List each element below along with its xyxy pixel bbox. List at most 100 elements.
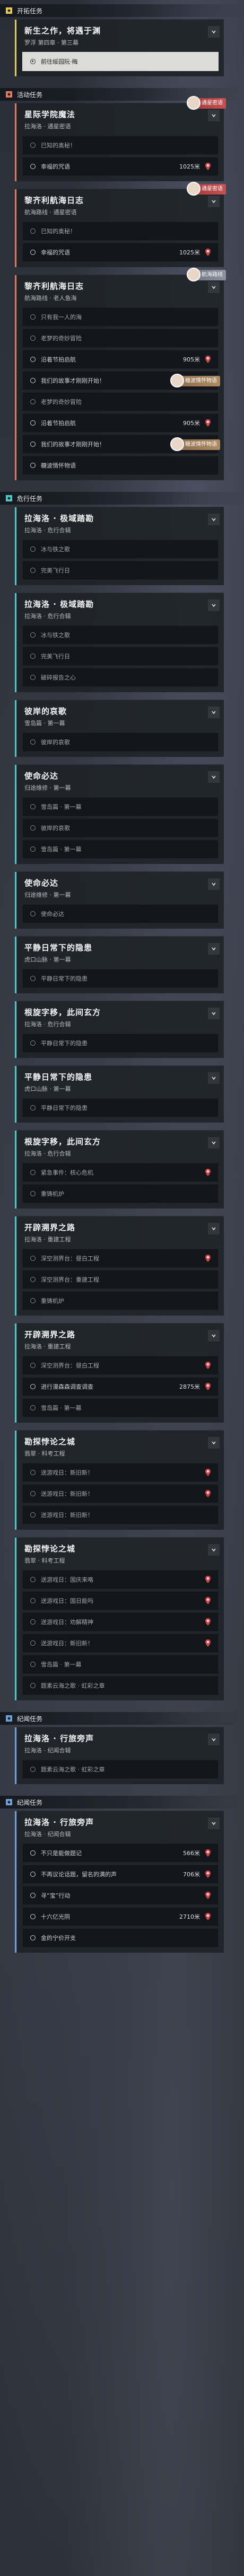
- quest-header[interactable]: 拉海洛 · 极域踏勘 拉海洛 · 危行合辑: [17, 593, 224, 625]
- collapse-toggle-icon[interactable]: [208, 1223, 220, 1234]
- collapse-toggle-icon[interactable]: [208, 514, 220, 525]
- section-header[interactable]: 纪闻任务: [0, 1712, 244, 1725]
- quest-step[interactable]: 平静日常下的隐患: [22, 1098, 219, 1117]
- map-pin-icon[interactable]: [203, 1912, 213, 1921]
- map-pin-icon[interactable]: [203, 355, 213, 364]
- quest-header[interactable]: 拉海洛 · 极域踏勘 拉海洛 · 危行合辑: [17, 507, 224, 540]
- quest-step[interactable]: 已知的奥秘！: [22, 222, 219, 241]
- quest-card[interactable]: 拉海洛 · 行旅旁声 拉海洛 · 纪闻合辑 题素云海之歌 · 虹彩之章: [15, 1727, 224, 1784]
- collapse-toggle-icon[interactable]: [208, 110, 220, 121]
- quest-step[interactable]: 沿着节拍启航 905米: [22, 350, 219, 369]
- quest-step[interactable]: 雪岛篇 · 第一幕: [22, 1398, 219, 1417]
- quest-card[interactable]: 黎齐利航海日志 航海路线 · 通星密语 通星密语 已知的奥秘！ 幸福的咒语 1025米: [15, 182, 226, 267]
- quest-header[interactable]: 使命必达 归途维修 · 第一幕: [17, 765, 224, 797]
- quest-header[interactable]: 根旋字移，此间玄方 拉海洛 · 危行合辑: [17, 1001, 224, 1034]
- quest-step[interactable]: 沿着节拍启航 905米: [22, 413, 219, 433]
- quest-header[interactable]: 拉海洛 · 行旅旁声 拉海洛 · 纪闻合辑: [17, 1727, 224, 1760]
- map-pin-icon[interactable]: [203, 1848, 213, 1858]
- quest-header[interactable]: 黎齐利航海日志 航海路线 · 通星密语 通星密语: [17, 182, 226, 222]
- map-pin-icon[interactable]: [203, 1168, 213, 1177]
- collapse-toggle-icon[interactable]: [208, 1330, 220, 1342]
- map-pin-icon[interactable]: [203, 1575, 213, 1584]
- quest-header[interactable]: 星际学院魔法 拉海洛 · 通星密语 通星密语: [17, 96, 226, 136]
- quest-step[interactable]: 老梦的奇妙冒险: [22, 392, 219, 411]
- quest-step[interactable]: 深空测界台：重建工程: [22, 1270, 219, 1289]
- quest-step[interactable]: 幸福的咒语 1025米: [22, 243, 219, 262]
- quest-step[interactable]: 金的宁价开支: [22, 1928, 219, 1947]
- quest-step[interactable]: 题素云海之歌 · 虹彩之章: [22, 1676, 219, 1695]
- quest-step[interactable]: 十六亿光阴 2710米: [22, 1907, 219, 1926]
- quest-step[interactable]: 送游戏日：国日能吗: [22, 1591, 219, 1610]
- quest-step[interactable]: 送游戏日：新旧新！: [22, 1634, 219, 1653]
- quest-step[interactable]: 送游戏日：新旧新！: [22, 1463, 219, 1482]
- collapse-toggle-icon[interactable]: [208, 1008, 220, 1019]
- map-pin-icon[interactable]: [203, 1468, 213, 1477]
- quest-step[interactable]: 雪岛篇 · 第一幕: [22, 1655, 219, 1674]
- quest-card[interactable]: 根旋字移，此间玄方 拉海洛 · 危行合辑 平静日常下的隐患: [15, 1001, 224, 1058]
- quest-header[interactable]: 勘探悖论之城 翡翠 · 科考工程: [17, 1538, 224, 1570]
- collapse-toggle-icon[interactable]: [208, 943, 220, 955]
- map-pin-icon[interactable]: [203, 1361, 213, 1370]
- map-pin-icon[interactable]: [203, 1891, 213, 1900]
- quest-step[interactable]: 彼岸的哀歌: [22, 818, 219, 837]
- collapse-toggle-icon[interactable]: [208, 1544, 220, 1556]
- collapse-toggle-icon[interactable]: [208, 878, 220, 890]
- map-pin-icon[interactable]: [203, 162, 213, 171]
- quest-step[interactable]: 我们的故事才刚刚开始！ 糖波情怀物语: [22, 371, 220, 390]
- quest-card[interactable]: 拉海洛 · 极域踏勘 拉海洛 · 危行合辑 冰与铁之歌 完美飞行日: [15, 507, 224, 585]
- quest-step[interactable]: 完美飞行日: [22, 647, 219, 666]
- quest-header[interactable]: 开辟溯界之路 拉海洛 · 重建工程: [17, 1324, 224, 1356]
- quest-header[interactable]: 拉海洛 · 行旅旁声 拉海洛 · 纪闻合辑: [17, 1811, 224, 1843]
- quest-step[interactable]: 我们的故事才刚刚开始！ 糖波情怀物语: [22, 435, 220, 454]
- quest-card[interactable]: 勘探悖论之城 翡翠 · 科考工程 送游戏日：国庆来咯 送游戏日：国日能吗 送游戏日：劝解…: [15, 1537, 224, 1700]
- collapse-toggle-icon[interactable]: [208, 599, 220, 611]
- map-pin-icon[interactable]: [203, 1869, 213, 1879]
- quest-card[interactable]: 使命必达 归途维修 · 第一幕 使命必达: [15, 871, 224, 929]
- collapse-toggle-icon[interactable]: [208, 196, 220, 207]
- quest-header[interactable]: 根旋字移，此间玄方 拉海洛 · 危行合辑: [17, 1131, 224, 1163]
- map-pin-icon[interactable]: [203, 1596, 213, 1605]
- section-header[interactable]: 危行任务: [0, 492, 244, 505]
- quest-step[interactable]: 冰与铁之歌: [22, 625, 219, 645]
- collapse-toggle-icon[interactable]: [208, 1137, 220, 1149]
- quest-card[interactable]: 根旋字移，此间玄方 拉海洛 · 危行合辑 紧急事件：核心危机 重铸机炉: [15, 1130, 224, 1208]
- quest-step[interactable]: 紧急事件：核心危机: [22, 1163, 219, 1182]
- quest-card[interactable]: 开辟溯界之路 拉海洛 · 重建工程 深空测界台：昼白工程 进行漫森森调查调查 2875米…: [15, 1323, 224, 1423]
- quest-step[interactable]: 平静日常下的隐患: [22, 1034, 219, 1053]
- quest-step[interactable]: 寻“宝”行动: [22, 1886, 219, 1905]
- quest-card[interactable]: 拉海洛 · 极域踏勘 拉海洛 · 危行合辑 冰与铁之歌完美飞行日破碎报告之心: [15, 593, 224, 692]
- quest-step[interactable]: 平静日常下的隐患: [22, 969, 219, 988]
- quest-step[interactable]: 送游戏日：国庆来咯: [22, 1570, 219, 1589]
- quest-card[interactable]: 平静日常下的隐患 虎口山脉 · 第一幕 平静日常下的隐患: [15, 936, 224, 993]
- quest-step[interactable]: 不只是能做题记 566米: [22, 1843, 219, 1863]
- quest-step[interactable]: 老梦的奇妙冒险: [22, 329, 219, 348]
- collapse-toggle-icon[interactable]: [208, 1734, 220, 1745]
- quest-card[interactable]: 彼岸的哀歌 雪岛篇 · 第一幕 彼岸的哀歌: [15, 700, 224, 757]
- quest-step[interactable]: 使命必达: [22, 904, 219, 923]
- quest-header[interactable]: 勘探悖论之城 翡翠 · 科考工程: [17, 1431, 224, 1463]
- quest-card[interactable]: 开辟溯界之路 拉海洛 · 重建工程 深空测界台：昼白工程 深空测界台：重建工程 重铸机炉: [15, 1216, 224, 1316]
- quest-step[interactable]: 只有我一人的海: [22, 307, 219, 327]
- quest-step[interactable]: 重铸机炉: [22, 1291, 219, 1310]
- quest-step[interactable]: 不再议论话题，留名的满的声 706米: [22, 1865, 219, 1884]
- quest-step[interactable]: 破碎报告之心: [22, 668, 219, 687]
- quest-step[interactable]: 重铸机炉: [22, 1184, 219, 1203]
- collapse-toggle-icon[interactable]: [208, 26, 220, 38]
- quest-step[interactable]: 幸福的咒语 1025米: [22, 157, 219, 176]
- quest-header[interactable]: 平静日常下的隐患 虎口山脉 · 第一幕: [17, 1066, 224, 1098]
- collapse-toggle-icon[interactable]: [208, 1437, 220, 1449]
- quest-step[interactable]: 冰与铁之歌: [22, 540, 219, 559]
- quest-card[interactable]: 拉海洛 · 行旅旁声 拉海洛 · 纪闻合辑 不只是能做题记 566米 不再议论话题，留名…: [15, 1811, 224, 1953]
- map-pin-icon[interactable]: [203, 248, 213, 257]
- quest-step[interactable]: 送游戏日：新旧新！: [22, 1505, 219, 1524]
- map-pin-icon[interactable]: [203, 1254, 213, 1263]
- quest-step[interactable]: 题素云海之歌 · 虹彩之章: [22, 1760, 219, 1779]
- quest-card[interactable]: 新生之作，将遇于渊 罗浮 第四章 · 第三幕 前往绥园阮·梅: [15, 19, 224, 76]
- quest-step[interactable]: 深空测界台：昼白工程: [22, 1356, 219, 1375]
- quest-step[interactable]: 送游戏日：劝解精神: [22, 1612, 219, 1631]
- collapse-toggle-icon[interactable]: [208, 281, 220, 293]
- quest-step[interactable]: 已知的奥秘！: [22, 136, 219, 155]
- quest-step[interactable]: 送游戏日：新旧新！: [22, 1484, 219, 1503]
- quest-card[interactable]: 勘探悖论之城 翡翠 · 科考工程 送游戏日：新旧新！ 送游戏日：新旧新！ 送游戏日：新旧…: [15, 1430, 224, 1530]
- collapse-toggle-icon[interactable]: [208, 771, 220, 783]
